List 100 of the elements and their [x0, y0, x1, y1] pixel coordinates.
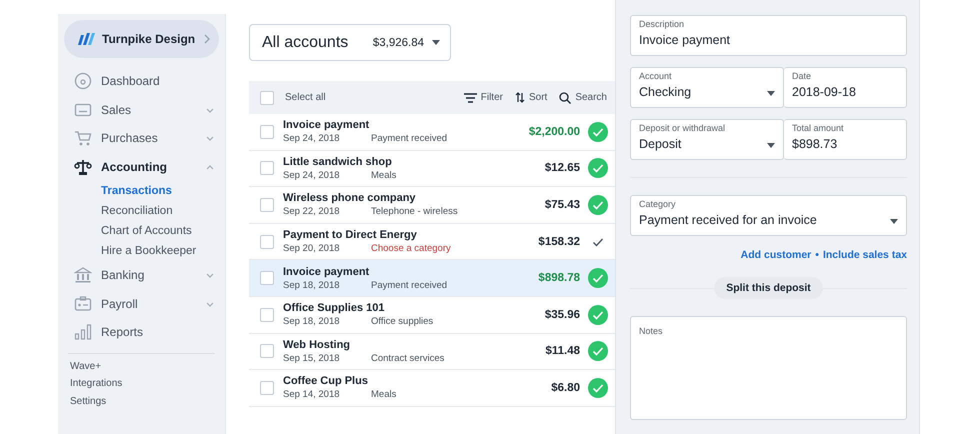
transaction-category: Payment received — [371, 280, 448, 291]
transaction-row[interactable]: Invoice payment Sep 18, 2018 Payment received $898.78 — [249, 260, 615, 297]
check-circle-icon[interactable] — [588, 268, 608, 288]
nav-item[interactable]: Banking — [64, 261, 219, 290]
chevron-right-icon — [203, 34, 211, 44]
checkbox[interactable] — [260, 344, 274, 358]
transaction-amount: $898.78 — [538, 272, 580, 284]
checkbox[interactable] — [260, 271, 274, 286]
transaction-category[interactable]: Choose a category — [371, 243, 451, 254]
dashboard-icon — [74, 72, 92, 90]
notes-field[interactable]: Notes — [630, 316, 907, 420]
transaction-amount: $2,200.00 — [528, 126, 580, 138]
scales-icon — [74, 158, 92, 176]
field-label: Deposit or withdrawal — [639, 123, 726, 133]
split-button[interactable]: Split this deposit — [714, 277, 823, 299]
check-circle-icon[interactable] — [588, 122, 608, 142]
sort-icon — [514, 92, 525, 103]
filter-icon — [464, 92, 477, 102]
transaction-amount: $158.32 — [538, 236, 580, 248]
checkbox[interactable] — [260, 308, 274, 322]
nav-item[interactable]: Dashboard — [64, 67, 219, 96]
nav-subitem[interactable]: Reconciliation — [64, 201, 219, 221]
input-field[interactable]: Description Invoice payment — [630, 15, 907, 56]
field-value: $898.73 — [792, 137, 838, 151]
transaction-category: Meals — [371, 389, 396, 400]
checkbox[interactable] — [260, 161, 274, 176]
nav-item[interactable]: Payroll — [64, 290, 219, 318]
badge-icon — [74, 294, 92, 313]
checkbox[interactable] — [260, 124, 274, 139]
account-dropdown[interactable]: All accounts $3,926.84 — [249, 24, 451, 61]
transaction-amount: $75.43 — [544, 198, 580, 211]
check-circle-icon[interactable] — [588, 194, 608, 215]
field-value: Payment received for an invoice — [639, 213, 817, 227]
field-label: Date — [792, 71, 812, 81]
transaction-title: Office Supplies 101 — [283, 302, 386, 314]
select-all-label: Select all — [285, 92, 327, 103]
field-value: Deposit — [639, 137, 682, 151]
transaction-row[interactable]: Little sandwich shop Sep 24, 2018 Meals $12.65 — [249, 150, 615, 188]
separator-dot: • — [815, 249, 819, 261]
field-label: Total amount — [792, 123, 844, 133]
check-circle-icon[interactable] — [588, 158, 608, 178]
caret-icon — [890, 219, 898, 224]
filter-button[interactable]: Filter — [464, 92, 503, 103]
check-circle-icon[interactable] — [588, 341, 608, 362]
input-field[interactable]: Date 2018-09-18 — [784, 67, 907, 108]
transaction-date: Sep 14, 2018 — [283, 389, 341, 400]
footer-link[interactable]: Integrations — [64, 375, 219, 392]
transaction-title: Web Hosting — [283, 338, 352, 351]
dropdown-field[interactable]: Account Checking — [630, 67, 784, 108]
cart-icon — [74, 129, 92, 148]
transaction-row[interactable]: Web Hosting Sep 15, 2018 Contract services $11.48 — [249, 334, 615, 370]
check-circle-icon[interactable] — [588, 304, 608, 325]
transaction-title: Coffee Cup Plus — [283, 375, 369, 388]
transaction-date: Sep 15, 2018 — [283, 352, 341, 364]
transaction-date: Sep 20, 2018 — [283, 243, 341, 254]
transaction-title: Invoice payment — [283, 119, 370, 132]
transaction-title: Payment to Direct Energy — [283, 229, 418, 242]
input-field[interactable]: Total amount $898.73 — [784, 119, 907, 160]
search-icon — [559, 92, 572, 104]
dropdown-field[interactable]: Deposit or withdrawal Deposit — [630, 119, 784, 160]
link[interactable]: Add customer — [740, 249, 812, 261]
bar-chart-icon — [74, 323, 92, 342]
transaction-date: Sep 24, 2018 — [283, 133, 341, 144]
transaction-amount: $35.96 — [544, 308, 580, 321]
transaction-category: Telephone - wireless — [371, 206, 458, 218]
checkbox[interactable] — [260, 198, 274, 212]
transaction-amount: $11.48 — [545, 345, 580, 358]
nav-subitem[interactable]: Transactions — [64, 181, 219, 201]
transaction-title: Wireless phone company — [283, 192, 417, 204]
sort-button[interactable]: Sort — [514, 92, 548, 103]
footer-link[interactable]: Wave+ — [64, 358, 219, 375]
caret-icon — [767, 91, 775, 96]
transaction-category: Office supplies — [371, 316, 434, 328]
field-value: Checking — [639, 85, 692, 99]
field-label: Category — [639, 199, 676, 209]
link[interactable]: Include sales tax — [822, 249, 907, 261]
footer-link[interactable]: Settings — [64, 392, 219, 410]
transaction-date: Sep 18, 2018 — [283, 316, 341, 328]
nav-subitem[interactable]: Chart of Accounts — [64, 221, 219, 241]
field-label: Notes — [639, 326, 663, 336]
nav-item[interactable]: Reports — [64, 318, 219, 346]
nav-item[interactable]: Purchases — [64, 124, 219, 152]
check-circle-icon[interactable] — [588, 378, 608, 398]
transaction-date: Sep 18, 2018 — [283, 280, 341, 291]
checkbox[interactable] — [260, 234, 274, 249]
category-dropdown[interactable]: Category Payment received for an invoice — [630, 195, 907, 236]
caret-icon — [432, 40, 440, 45]
transaction-date: Sep 24, 2018 — [283, 170, 341, 181]
field-value: Invoice payment — [639, 33, 730, 47]
nav-item[interactable]: Accounting — [64, 152, 219, 181]
nav-subitem[interactable]: Hire a Bookkeeper — [64, 241, 219, 261]
checkbox[interactable] — [260, 380, 274, 395]
transaction-category: Payment received — [371, 133, 448, 144]
logo-icon — [76, 31, 96, 47]
business-switcher[interactable]: Turnpike Design — [64, 20, 219, 58]
checkbox[interactable] — [260, 90, 274, 104]
nav-item[interactable]: Sales — [64, 96, 219, 124]
transaction-title: Little sandwich shop — [283, 156, 393, 168]
search-button[interactable]: Search — [559, 92, 607, 104]
field-label: Description — [639, 19, 684, 29]
